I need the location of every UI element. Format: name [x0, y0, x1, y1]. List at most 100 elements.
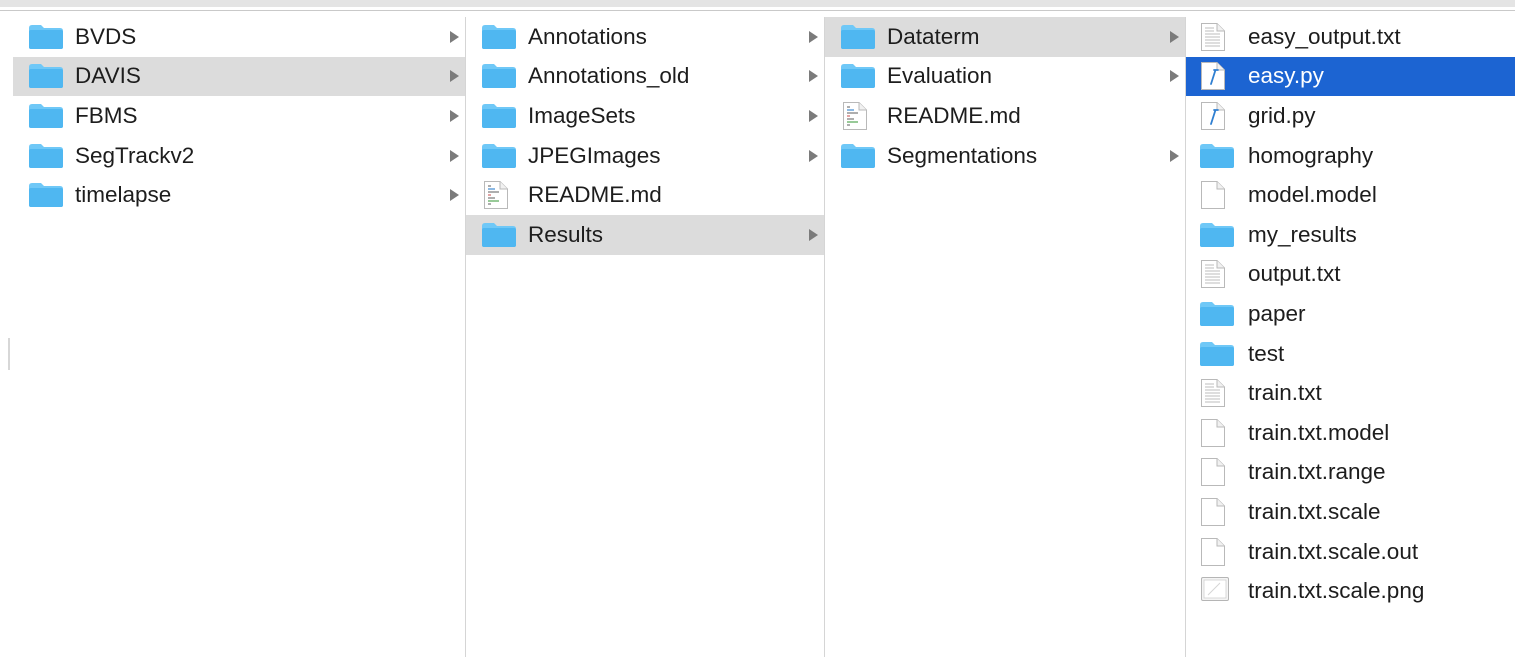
column-1[interactable]: BVDS DAVIS FBMS SegTrackv2 timelapse — [13, 17, 466, 657]
item-label: BVDS — [75, 23, 137, 49]
item-label: ImageSets — [528, 102, 636, 128]
markdown-file-icon — [842, 101, 868, 131]
blank-file-icon — [1200, 418, 1226, 448]
folder-icon — [28, 24, 64, 50]
folder-icon — [481, 63, 517, 89]
text-file-icon — [1200, 259, 1226, 289]
disclosure-arrow-icon[interactable] — [450, 109, 459, 122]
folder-icon — [1199, 301, 1235, 327]
item-label: train.txt.scale — [1248, 498, 1381, 524]
item-label: timelapse — [75, 182, 172, 208]
folder-icon — [28, 143, 64, 169]
item-label: Annotations_old — [528, 63, 690, 89]
list-item[interactable]: paper — [1186, 294, 1515, 334]
list-item[interactable]: README.md — [825, 96, 1185, 136]
item-label: Segmentations — [887, 142, 1038, 168]
item-label: README.md — [528, 182, 662, 208]
blank-file-icon — [1200, 457, 1226, 487]
list-item[interactable]: Dataterm — [825, 17, 1185, 57]
list-item[interactable]: train.txt.scale — [1186, 492, 1515, 532]
item-label: Results — [528, 221, 604, 247]
disclosure-arrow-icon[interactable] — [1170, 30, 1179, 43]
item-label: README.md — [887, 102, 1021, 128]
item-label: JPEGImages — [528, 142, 661, 168]
item-label: train.txt — [1248, 380, 1322, 406]
folder-icon — [28, 63, 64, 89]
folder-icon — [28, 182, 64, 208]
text-file-icon — [1200, 378, 1226, 408]
python-file-icon — [1200, 61, 1226, 91]
list-item[interactable]: timelapse — [13, 175, 465, 215]
item-label: model.model — [1248, 182, 1377, 208]
list-item[interactable]: Annotations_old — [466, 57, 824, 97]
list-item[interactable]: README.md — [466, 175, 824, 215]
folder-icon — [840, 63, 876, 89]
folder-icon — [840, 143, 876, 169]
list-item[interactable]: Segmentations — [825, 136, 1185, 176]
item-label: SegTrackv2 — [75, 142, 195, 168]
list-item[interactable]: easy_output.txt — [1186, 17, 1515, 57]
item-label: test — [1248, 340, 1285, 366]
list-item[interactable]: Evaluation — [825, 57, 1185, 97]
list-item[interactable]: my_results — [1186, 215, 1515, 255]
folder-icon — [1199, 341, 1235, 367]
markdown-file-icon — [483, 180, 509, 210]
list-item[interactable]: DAVIS — [13, 56, 465, 97]
list-item[interactable]: train.txt.range — [1186, 453, 1515, 493]
list-item[interactable]: SegTrackv2 — [13, 136, 465, 176]
column-3[interactable]: Dataterm Evaluation README.md Segmentations — [825, 17, 1186, 657]
list-item[interactable]: output.txt — [1186, 255, 1515, 295]
folder-icon — [1199, 222, 1235, 248]
list-item[interactable]: test — [1186, 334, 1515, 374]
item-label: Evaluation — [887, 63, 993, 89]
item-label: train.txt.scale.out — [1248, 538, 1419, 564]
item-label: DAVIS — [75, 63, 141, 89]
list-item[interactable]: train.txt.scale.png — [1186, 571, 1515, 611]
disclosure-arrow-icon[interactable] — [450, 189, 459, 202]
disclosure-arrow-icon[interactable] — [809, 109, 818, 122]
disclosure-arrow-icon[interactable] — [809, 149, 818, 162]
window-top-bar — [0, 0, 1515, 11]
blank-file-icon — [1200, 537, 1226, 567]
scroll-edge-marker — [8, 338, 10, 370]
column-4[interactable]: easy_output.txt easy.py grid.py homography m… — [1186, 17, 1515, 657]
disclosure-arrow-icon[interactable] — [809, 30, 818, 43]
disclosure-arrow-icon[interactable] — [1170, 149, 1179, 162]
blank-file-icon — [1200, 180, 1226, 210]
item-label: my_results — [1248, 221, 1357, 247]
item-label: train.txt.range — [1248, 459, 1386, 485]
list-item[interactable]: grid.py — [1186, 96, 1515, 136]
item-label: output.txt — [1248, 261, 1341, 287]
python-file-icon — [1200, 101, 1226, 131]
list-item[interactable]: train.txt.scale.out — [1186, 532, 1515, 572]
item-label: Annotations — [528, 23, 647, 49]
list-item[interactable]: ImageSets — [466, 96, 824, 136]
list-item[interactable]: JPEGImages — [466, 136, 824, 176]
disclosure-arrow-icon[interactable] — [450, 149, 459, 162]
folder-icon — [28, 103, 64, 129]
folder-icon — [481, 143, 517, 169]
disclosure-arrow-icon[interactable] — [450, 70, 459, 83]
list-item[interactable]: easy.py — [1186, 56, 1515, 97]
disclosure-arrow-icon[interactable] — [1170, 70, 1179, 83]
disclosure-arrow-icon[interactable] — [809, 70, 818, 83]
list-item[interactable]: FBMS — [13, 96, 465, 136]
blank-file-icon — [1200, 497, 1226, 527]
column-2[interactable]: Annotations Annotations_old ImageSets JPEGI… — [466, 17, 825, 657]
item-label: FBMS — [75, 102, 138, 128]
item-label: grid.py — [1248, 102, 1316, 128]
folder-icon — [481, 103, 517, 129]
disclosure-arrow-icon[interactable] — [809, 228, 818, 241]
list-item[interactable]: train.txt.model — [1186, 413, 1515, 453]
disclosure-arrow-icon[interactable] — [450, 30, 459, 43]
folder-icon — [1199, 143, 1235, 169]
list-item[interactable]: Annotations — [466, 17, 824, 57]
item-label: easy.py — [1248, 63, 1324, 89]
list-item[interactable]: Results — [466, 214, 824, 255]
list-item[interactable]: homography — [1186, 136, 1515, 176]
list-item[interactable]: model.model — [1186, 175, 1515, 215]
list-item[interactable]: train.txt — [1186, 373, 1515, 413]
folder-icon — [840, 24, 876, 50]
folder-icon — [481, 222, 517, 248]
list-item[interactable]: BVDS — [13, 17, 465, 57]
